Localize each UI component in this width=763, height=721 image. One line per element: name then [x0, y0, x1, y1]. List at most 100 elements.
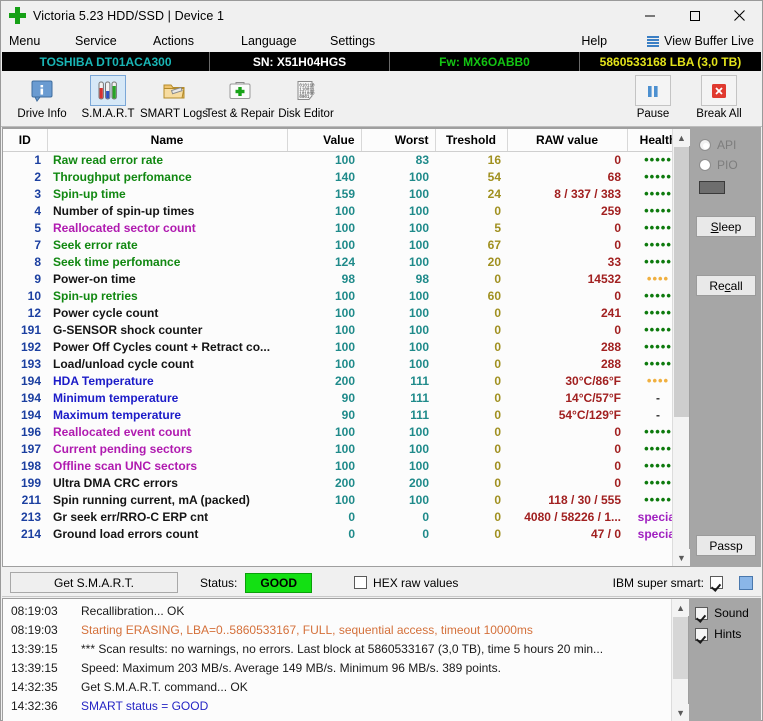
table-row[interactable]: 213 Gr seek err/RRO-C ERP cnt 0 0 0 4080…	[3, 508, 672, 525]
cell-health: •••••	[627, 151, 672, 168]
passp-button[interactable]: Passp	[696, 535, 756, 556]
cell-value: 124	[334, 254, 355, 269]
table-row[interactable]: 4 Number of spin-up times 100 100 0 259 …	[3, 202, 672, 219]
scroll-up-icon[interactable]: ▲	[672, 599, 690, 616]
health-special: special	[637, 509, 672, 524]
menu-item-service[interactable]: Service	[75, 34, 153, 48]
log-line[interactable]: 14:32:36 SMART status = GOOD	[3, 696, 671, 715]
table-row[interactable]: 7 Seek error rate 100 100 67 0 •••••	[3, 236, 672, 253]
ibm-super-smart-checkbox[interactable]: IBM super smart:	[612, 575, 753, 590]
sound-checkbox[interactable]: Sound	[695, 606, 761, 620]
table-row[interactable]: 2 Throughput perfomance 140 100 54 68 ••…	[3, 168, 672, 185]
hints-checkbox[interactable]: Hints	[695, 627, 761, 641]
cell-id: 3	[34, 186, 41, 201]
scroll-up-icon[interactable]: ▲	[673, 129, 690, 146]
log-line[interactable]: 13:39:15 Speed: Maximum 203 MB/s. Averag…	[3, 658, 671, 677]
table-row[interactable]: 196 Reallocated event count 100 100 0 0 …	[3, 423, 672, 440]
menu-item-actions[interactable]: Actions	[153, 34, 241, 48]
table-row[interactable]: 8 Seek time perfomance 124 100 20 33 •••…	[3, 253, 672, 270]
scrollbar-thumb[interactable]	[673, 617, 689, 679]
log-line[interactable]: 08:19:03 Starting ERASING, LBA=0..586053…	[3, 620, 671, 639]
toolbar-button-smart[interactable]: S.M.A.R.T	[75, 73, 141, 120]
table-row[interactable]: 1 Raw read error rate 100 83 16 0 •••••	[3, 151, 672, 168]
log-line[interactable]: 13:39:15 *** Scan results: no warnings, …	[3, 639, 671, 658]
table-row[interactable]: 214 Ground load errors count 0 0 0 47 / …	[3, 525, 672, 542]
table-row[interactable]: 5 Reallocated sector count 100 100 5 0 •…	[3, 219, 672, 236]
menu-item-settings[interactable]: Settings	[330, 34, 420, 48]
radio-pio-label: PIO	[717, 158, 738, 172]
ibm-super-smart-label: IBM super smart:	[612, 575, 704, 590]
table-row[interactable]: 3 Spin-up time 159 100 24 8 / 337 / 383 …	[3, 185, 672, 202]
column-header-treshold[interactable]: Treshold	[435, 129, 508, 152]
cell-value: 100	[334, 356, 355, 371]
table-row[interactable]: 198 Offline scan UNC sectors 100 100 0 0…	[3, 457, 672, 474]
cell-health: •••••	[627, 474, 672, 491]
red-x-icon	[701, 75, 737, 106]
menu-item-language[interactable]: Language	[241, 34, 330, 48]
toolbar-button-smart-logs[interactable]: SMART Logs	[140, 73, 208, 120]
minimize-icon[interactable]	[627, 1, 672, 30]
table-row[interactable]: 9 Power-on time 98 98 0 14532 ••••	[3, 270, 672, 287]
toolbar-button-break-all[interactable]: Break All	[686, 73, 752, 120]
cell-health: •••••	[627, 304, 672, 321]
cell-value: 100	[334, 458, 355, 473]
toolbar-button-disk-editor[interactable]: 010110 110011 101000 0001 Disk Editor	[273, 73, 339, 120]
radio-api[interactable]: API	[690, 135, 761, 155]
table-row[interactable]: 10 Spin-up retries 100 100 60 0 •••••	[3, 287, 672, 304]
toolbar-button-drive-info[interactable]: Drive Info	[9, 73, 75, 120]
cell-treshold: 0	[494, 339, 501, 354]
table-row[interactable]: 197 Current pending sectors 100 100 0 0 …	[3, 440, 672, 457]
cell-raw-value: 14532	[587, 271, 621, 286]
column-header-id[interactable]: ID	[3, 129, 48, 152]
table-row[interactable]: 194 HDA Temperature 200 111 0 30°C/86°F …	[3, 372, 672, 389]
maximize-icon[interactable]	[672, 1, 717, 30]
cell-treshold: 0	[494, 475, 501, 490]
cell-worst: 100	[408, 339, 429, 354]
cell-name: Gr seek err/RRO-C ERP cnt	[53, 509, 209, 524]
hex-raw-values-checkbox[interactable]: HEX raw values	[354, 576, 458, 590]
cell-health: -	[627, 406, 672, 423]
menu-item-menu[interactable]: Menu	[9, 34, 75, 48]
radio-pio[interactable]: PIO	[690, 155, 761, 175]
scroll-down-icon[interactable]: ▼	[672, 704, 690, 721]
view-buffer-live-button[interactable]: View Buffer Live	[647, 34, 754, 48]
log-timestamp: 08:19:03	[11, 603, 58, 618]
health-dots: •••••	[644, 491, 672, 507]
table-row[interactable]: 193 Load/unload cycle count 100 100 0 28…	[3, 355, 672, 372]
table-row[interactable]: 211 Spin running current, mA (packed) 10…	[3, 491, 672, 508]
table-row[interactable]: 194 Maximum temperature 90 111 0 54°C/12…	[3, 406, 672, 423]
color-swatch[interactable]	[739, 575, 753, 590]
cell-health: •••••	[627, 168, 672, 185]
scrollbar-thumb[interactable]	[674, 147, 689, 417]
get-smart-button[interactable]: Get S.M.A.R.T.	[10, 572, 178, 593]
column-header-health[interactable]: Health	[627, 129, 672, 152]
table-row[interactable]: 12 Power cycle count 100 100 0 241 •••••	[3, 304, 672, 321]
close-icon[interactable]	[717, 1, 762, 30]
health-dots: •••••	[644, 202, 672, 218]
scroll-down-icon[interactable]: ▼	[673, 549, 690, 566]
health-dots: •••••	[644, 185, 672, 201]
log-line[interactable]: 14:32:35 Get S.M.A.R.T. command... OK	[3, 677, 671, 696]
toolbar-button-test-repair[interactable]: Test & Repair	[205, 73, 275, 120]
hex-raw-values-label: HEX raw values	[373, 575, 459, 590]
cell-raw-value: 288	[600, 356, 621, 371]
table-row[interactable]: 191 G-SENSOR shock counter 100 100 0 0 •…	[3, 321, 672, 338]
recall-button[interactable]: Recall	[696, 275, 756, 296]
column-header-name[interactable]: Name	[47, 129, 288, 152]
column-header-value[interactable]: Value	[287, 129, 362, 152]
cell-name: Throughput perfomance	[53, 169, 192, 184]
table-row[interactable]: 192 Power Off Cycles count + Retract co.…	[3, 338, 672, 355]
cell-treshold: 60	[487, 288, 501, 303]
cell-raw-value: 0	[614, 475, 621, 490]
table-scrollbar[interactable]: ▲ ▼	[672, 129, 690, 566]
table-row[interactable]: 199 Ultra DMA CRC errors 200 200 0 0 •••…	[3, 474, 672, 491]
table-row[interactable]: 194 Minimum temperature 90 111 0 14°C/57…	[3, 389, 672, 406]
log-scrollbar[interactable]: ▲ ▼	[671, 599, 690, 721]
hints-label: Hints	[714, 627, 742, 641]
log-line[interactable]: 08:19:03 Recallibration... OK	[3, 601, 671, 620]
menu-item-help[interactable]: Help	[581, 34, 607, 48]
sleep-button[interactable]: Sleep	[696, 216, 756, 237]
toolbar-button-pause[interactable]: Pause	[620, 73, 686, 120]
column-header-worst[interactable]: Worst	[361, 129, 436, 152]
column-header-raw-value[interactable]: RAW value	[507, 129, 628, 152]
